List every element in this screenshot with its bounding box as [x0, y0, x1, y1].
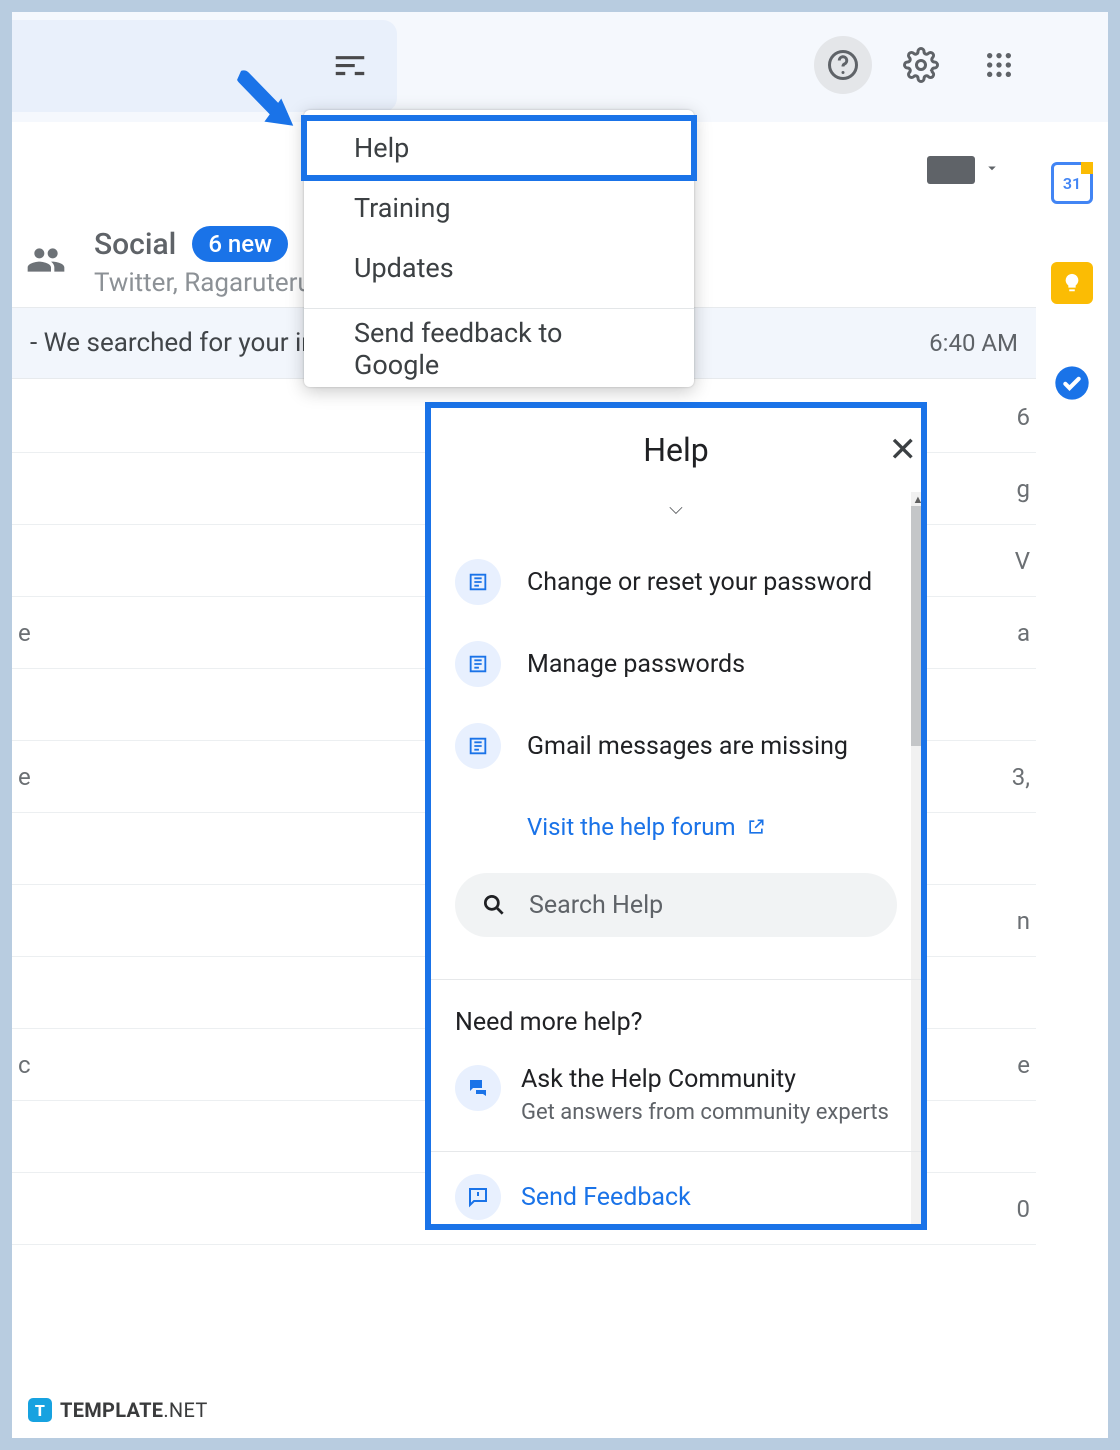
settings-icon[interactable] [892, 36, 950, 94]
help-community-link[interactable]: Ask the Help Community Get answers from … [455, 1057, 897, 1151]
article-icon [455, 641, 501, 687]
watermark: T TEMPLATE.NET [28, 1398, 208, 1422]
article-label: Manage passwords [527, 650, 745, 679]
menu-item-feedback[interactable]: Send feedback to Google [304, 319, 694, 379]
close-icon[interactable]: ✕ [889, 430, 918, 470]
tune-icon[interactable] [331, 45, 369, 87]
tab-subtitle: Twitter, Ragaruterufo [94, 268, 336, 298]
menu-item-training[interactable]: Training [304, 178, 694, 238]
collapse-caret-icon[interactable]: ⌵ [455, 498, 897, 519]
menu-divider [304, 308, 694, 309]
side-panel: 31 [1036, 132, 1108, 404]
help-forum-link[interactable]: Visit the help forum [455, 787, 897, 867]
help-panel-header: Help ✕ [431, 408, 921, 492]
community-title: Ask the Help Community [521, 1065, 889, 1094]
people-icon [26, 240, 66, 284]
search-placeholder: Search Help [529, 891, 663, 920]
keyboard-icon[interactable] [927, 156, 975, 184]
article-icon [455, 723, 501, 769]
feedback-icon [455, 1174, 501, 1220]
forum-icon [455, 1065, 501, 1111]
article-label: Gmail messages are missing [527, 732, 848, 761]
need-more-help-label: Need more help? [455, 1008, 897, 1037]
email-time: 6:40 AM [929, 329, 1018, 357]
chevron-down-icon[interactable] [983, 159, 1001, 181]
support-icon[interactable] [814, 36, 872, 94]
article-icon [455, 559, 501, 605]
apps-icon[interactable] [970, 36, 1028, 94]
top-bar [12, 12, 1108, 122]
tab-title: Social [94, 227, 176, 262]
help-panel: Help ✕ ▲ ⌵ Change or reset your password… [425, 402, 927, 1230]
watermark-icon: T [28, 1398, 52, 1422]
send-feedback-link[interactable]: Send Feedback [455, 1174, 897, 1220]
new-badge: 6 new [192, 226, 288, 262]
search-icon [481, 892, 507, 918]
email-snippet: - We searched for your in [30, 328, 316, 358]
search-filter-area [12, 20, 397, 112]
menu-item-help[interactable]: Help [304, 118, 694, 178]
search-help-input[interactable]: Search Help [455, 873, 897, 937]
help-article[interactable]: Change or reset your password [455, 541, 897, 623]
calendar-icon[interactable]: 31 [1051, 162, 1093, 204]
keep-icon[interactable] [1051, 262, 1093, 304]
menu-item-updates[interactable]: Updates [304, 238, 694, 298]
external-link-icon [746, 817, 766, 837]
help-article[interactable]: Gmail messages are missing [455, 705, 897, 787]
tasks-icon[interactable] [1051, 362, 1093, 404]
community-subtitle: Get answers from community experts [521, 1100, 889, 1125]
article-label: Change or reset your password [527, 568, 872, 597]
help-article[interactable]: Manage passwords [455, 623, 897, 705]
help-panel-title: Help [643, 431, 709, 469]
support-menu: Help Training Updates Send feedback to G… [304, 110, 694, 387]
